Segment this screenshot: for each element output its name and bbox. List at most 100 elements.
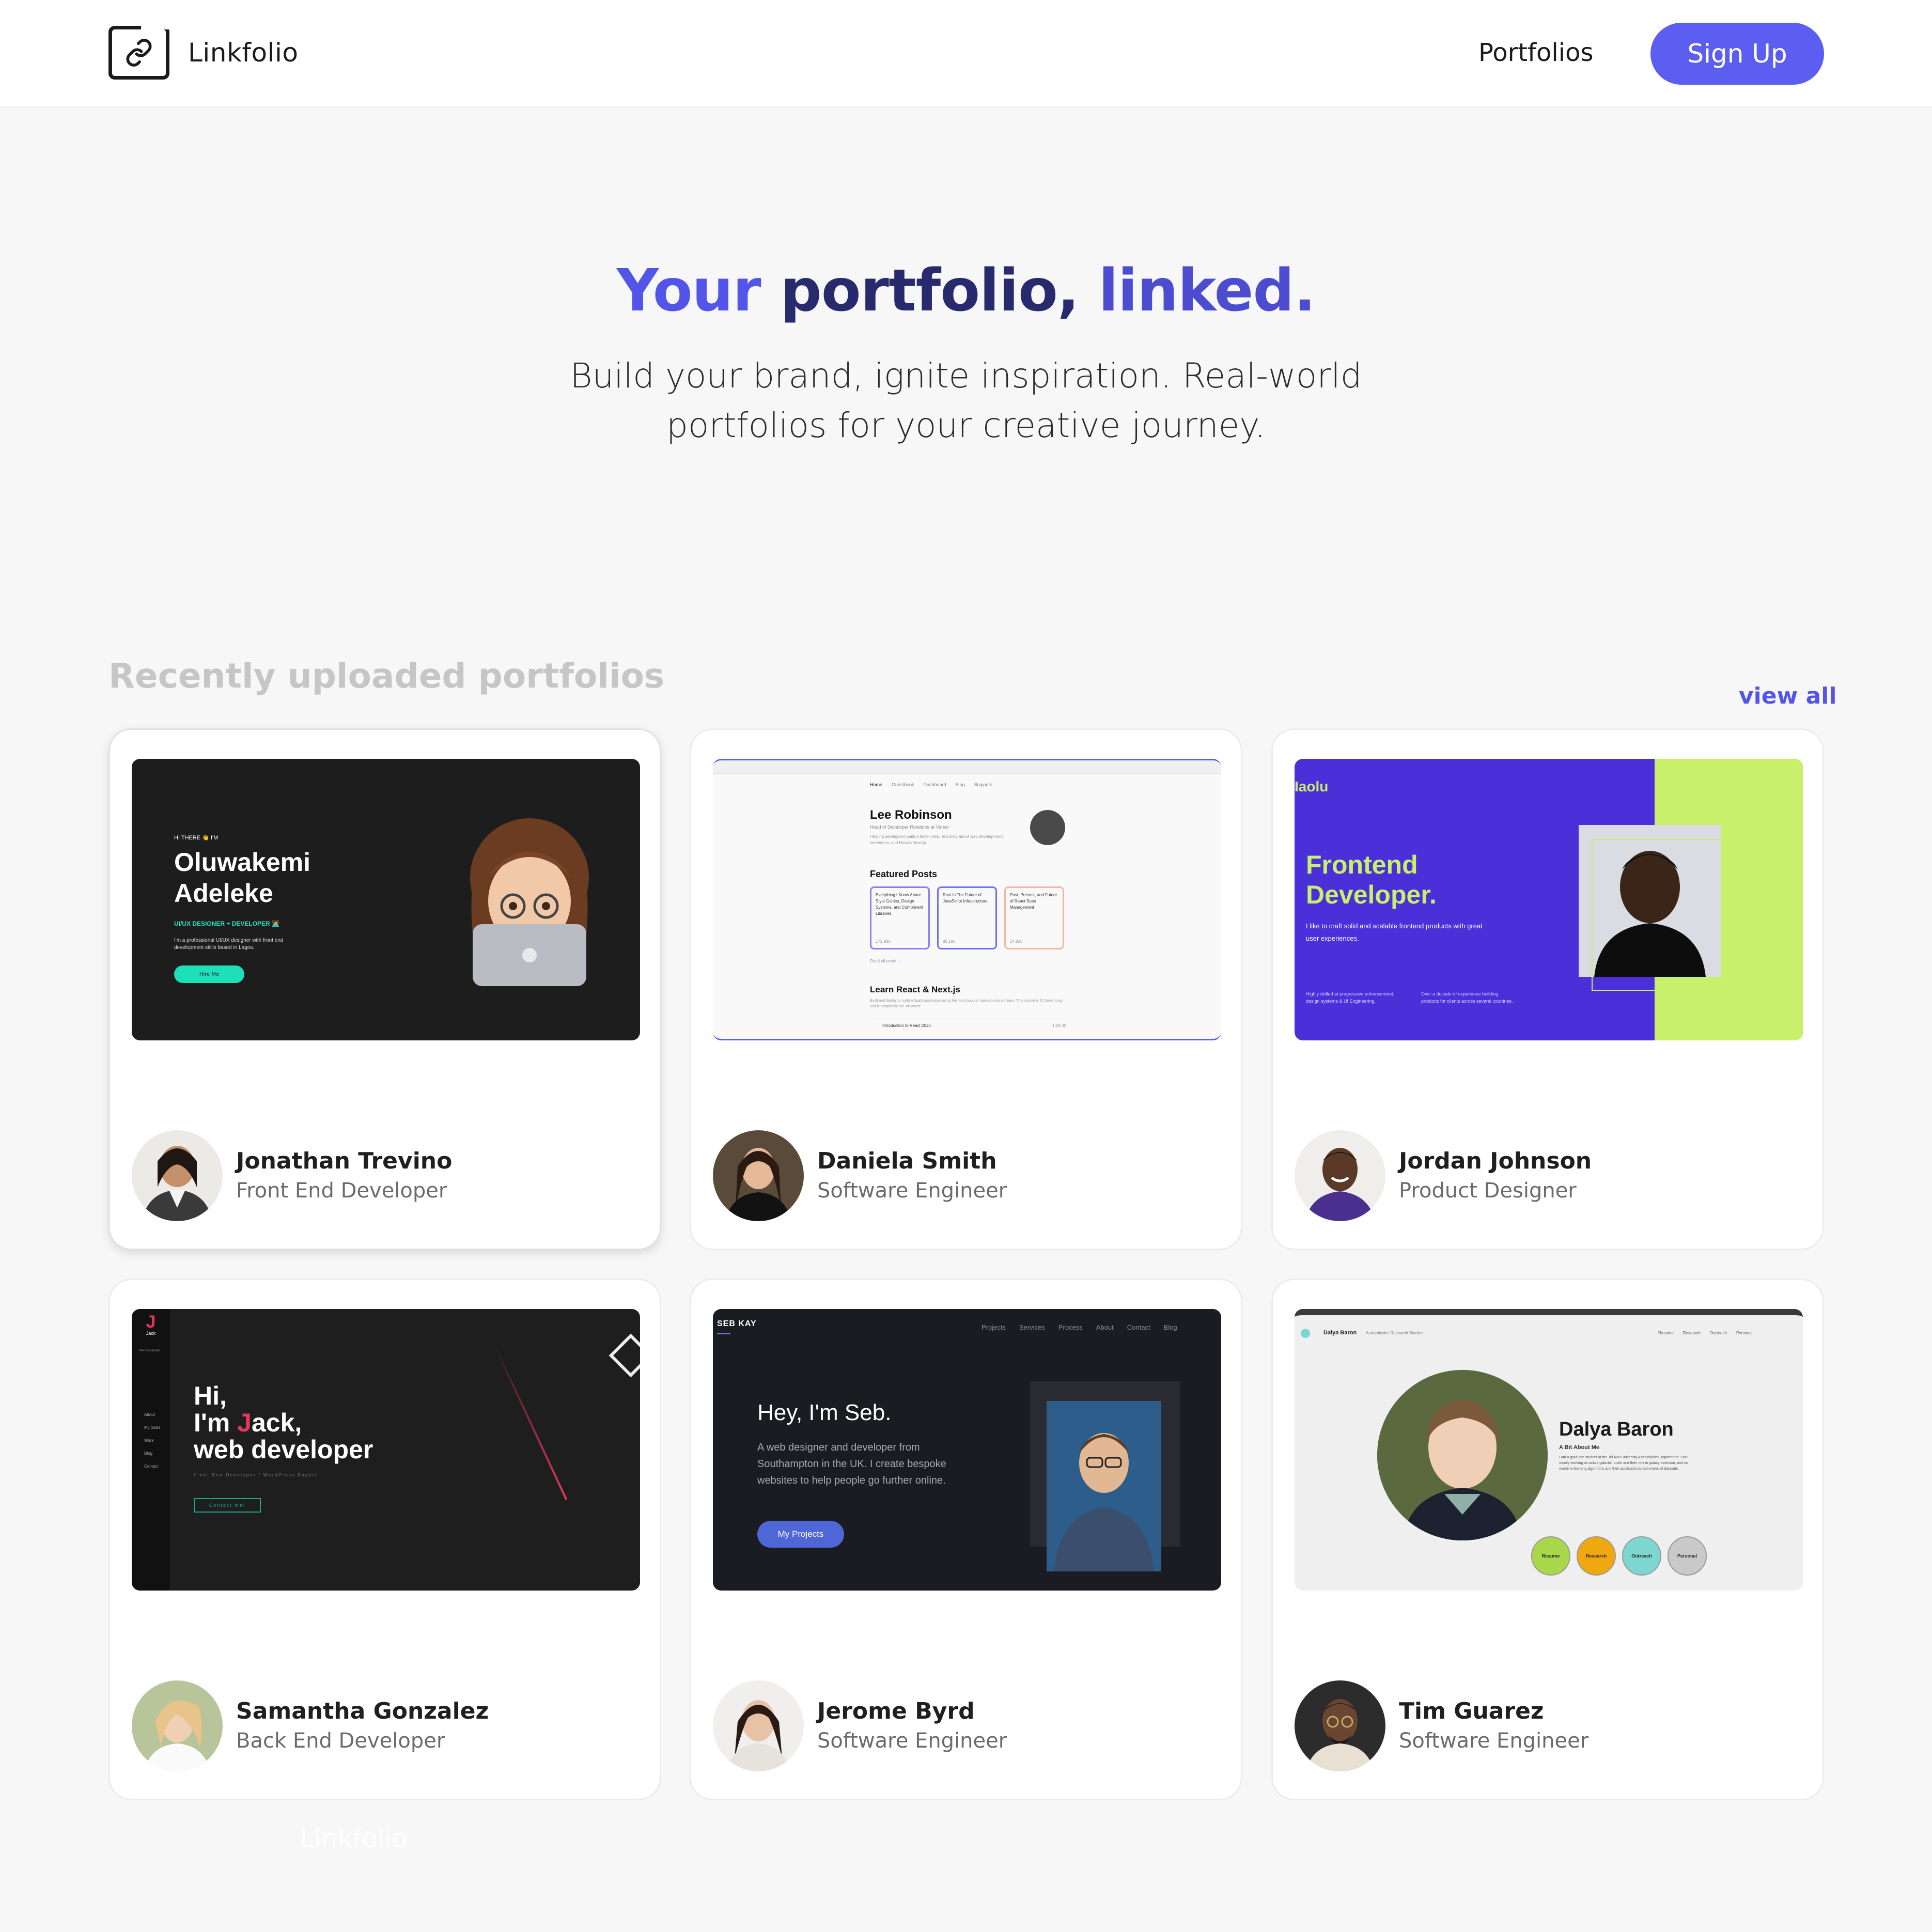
portfolio-card[interactable]: SEB KAY Projects Services Process About … (690, 1279, 1242, 1800)
author-info: Jordan Johnson Product Designer (1295, 1130, 1592, 1221)
portfolio-card[interactable]: Home Guestbook Dashboard Blog Snippets L… (690, 728, 1242, 1250)
thumb-col-2: Over a decade of experience building pro… (1421, 991, 1513, 1004)
thumb-name: Dalya Baron (1559, 1419, 1674, 1440)
thumb-nav-item: Outreach (1710, 1331, 1727, 1335)
author-info: Tim Guarez Software Engineer (1295, 1680, 1588, 1771)
author-role: Software Engineer (817, 1729, 1007, 1753)
top-navigation-bar: Linkfolio Portfolios Sign Up (0, 0, 1932, 107)
portfolio-thumbnail[interactable]: Iaolu Frontend Developer. I like to craf… (1295, 759, 1803, 1040)
thumb-subtitle: Front End Developer / WordPress Expert (194, 1472, 318, 1477)
thumb-menu-item: My Skills (144, 1425, 161, 1430)
portfolio-card[interactable]: Iaolu Frontend Developer. I like to craf… (1271, 728, 1824, 1250)
thumb-headline: Hey, I'm Seb. (757, 1400, 892, 1425)
thumb-first-name: Oluwakemi (174, 848, 310, 877)
author-name[interactable]: Jonathan Trevino (236, 1146, 452, 1176)
sign-up-button[interactable]: Sign Up (1650, 23, 1824, 85)
thumb-nav-item: Blog (955, 782, 965, 787)
thumb-headline: Frontend Developer. (1306, 850, 1437, 910)
thumb-nav-item: Personal (1736, 1331, 1753, 1335)
thumb-nav-item: Services (1019, 1323, 1045, 1331)
thumb-desc: A web designer and developer from Southa… (757, 1442, 946, 1486)
author-info: Daniela Smith Software Engineer (713, 1130, 1007, 1221)
portfolio-thumbnail[interactable]: Dalya Baron Astrophysics Research Studen… (1295, 1309, 1803, 1591)
thumb-featured-title: Featured Posts (870, 869, 938, 879)
thumb-nav-item: Snippets (974, 782, 992, 787)
thumb-nav-item: Contact (1127, 1323, 1150, 1331)
nav-portfolios-link[interactable]: Portfolios (1478, 38, 1593, 67)
thumb-heading: Oluwakemi Adeleke (174, 847, 310, 909)
thumb-nav-item: Research (1682, 1331, 1701, 1335)
portfolio-thumbnail[interactable]: Home Guestbook Dashboard Blog Snippets L… (713, 759, 1221, 1040)
thumb-desc: I am a graduate student at the Tel Aviv … (1559, 1456, 1688, 1471)
thumb-heading-line: web developer (194, 1435, 373, 1464)
thumb-heading-part: I'm (194, 1408, 238, 1437)
portfolio-thumbnail[interactable]: J Jack Web Developer About My Skills Wor… (132, 1309, 640, 1591)
thumb-nav-item: Resume (1658, 1331, 1674, 1335)
link-icon (108, 26, 169, 80)
thumb-logo: Iaolu (1295, 778, 1329, 794)
portfolio-card[interactable]: J Jack Web Developer About My Skills Wor… (108, 1279, 661, 1800)
thumb-last-name: Adeleke (174, 879, 273, 908)
portfolio-thumbnail[interactable]: SEB KAY Projects Services Process About … (713, 1309, 1221, 1591)
thumb-course-title: Learn React & Next.js (870, 985, 960, 994)
thumb-tag: UI/UX DESIGNER + DEVELOPER 🧑‍💻 (174, 920, 279, 927)
thumb-nav-item: About (1096, 1323, 1114, 1331)
author-name[interactable]: Jerome Byrd (817, 1696, 1007, 1726)
avatar (713, 1680, 804, 1771)
logo[interactable]: Linkfolio (108, 26, 298, 80)
author-info: Jerome Byrd Software Engineer (713, 1680, 1007, 1771)
thumb-menu: About My Skills Work Blog Contact (144, 1412, 161, 1469)
thumb-lesson-row: Introduction to React 2025 1:04:30 (870, 1019, 1066, 1028)
thumb-desc: Helping developers build a faster web. T… (870, 834, 1004, 845)
avatar (132, 1130, 223, 1221)
portfolio-card[interactable]: HI THERE 👋 I'M Oluwakemi Adeleke UI/UX D… (108, 728, 661, 1250)
hero-title-word-2: portfolio, (780, 257, 1080, 324)
thumb-post-title: Past, Present, and Future of React State… (1010, 893, 1057, 910)
thumb-portrait (1377, 1370, 1548, 1540)
thumb-nav-item: Projects (981, 1323, 1006, 1331)
thumb-pill: Research (1577, 1536, 1616, 1576)
thumb-heading-accent: J (237, 1408, 252, 1437)
thumb-col-1: Highly skilled at progressive enhancemen… (1306, 991, 1395, 1004)
thumb-read-all: Read all posts → (870, 959, 901, 963)
thumb-lesson-time: 1:04:30 (1052, 1023, 1066, 1028)
thumb-menu-item: Blog (144, 1451, 153, 1456)
thumb-brand: Dalya Baron (1323, 1330, 1357, 1336)
author-info: Samantha Gonzalez Back End Developer (132, 1680, 489, 1771)
author-name[interactable]: Jordan Johnson (1399, 1146, 1592, 1176)
avatar (132, 1680, 223, 1771)
thumb-menu-item: About (144, 1412, 155, 1417)
author-role: Product Designer (1399, 1179, 1577, 1203)
portfolio-card[interactable]: Dalya Baron Astrophysics Research Studen… (1271, 1279, 1824, 1800)
thumb-hire-button: Hire Me (174, 965, 244, 983)
thumb-nav: Projects Services Process About Contact … (981, 1323, 1177, 1331)
thumb-projects-button: My Projects (757, 1521, 844, 1548)
portfolio-thumbnail[interactable]: HI THERE 👋 I'M Oluwakemi Adeleke UI/UX D… (132, 759, 640, 1040)
thumb-avatar (1030, 810, 1065, 845)
footer-brand: Linkfolio (300, 1824, 408, 1853)
thumb-post-card: Everything I Know About Style Guides, De… (870, 886, 930, 949)
author-name[interactable]: Tim Guarez (1399, 1696, 1588, 1726)
thumb-heading-part: ack, (251, 1408, 302, 1437)
thumb-subtitle: Head of Developer Relations at Vercel (870, 824, 949, 830)
thumb-menu-item: Contact (144, 1464, 159, 1469)
thumb-pill: Personal (1668, 1536, 1707, 1576)
author-name[interactable]: Daniela Smith (817, 1146, 1007, 1176)
author-info: Jonathan Trevino Front End Developer (132, 1130, 452, 1221)
thumb-logo-underline (717, 1333, 730, 1334)
thumb-brand-dot (1301, 1329, 1310, 1338)
author-role: Software Engineer (1399, 1729, 1589, 1753)
thumb-lesson-title: Introduction to React 2025 (882, 1023, 931, 1028)
thumb-nav-item: Guestbook (892, 782, 914, 787)
thumb-browser-bar (713, 760, 1221, 774)
brand-name: Linkfolio (188, 38, 299, 68)
thumb-portrait-frame (1592, 839, 1734, 991)
thumb-brand-sub: Astrophysics Research Student (1366, 1331, 1424, 1335)
thumb-post-views: 172,985 (876, 939, 891, 944)
author-role: Software Engineer (817, 1179, 1007, 1203)
author-name[interactable]: Samantha Gonzalez (236, 1696, 489, 1726)
view-all-link[interactable]: view all (1739, 683, 1836, 709)
thumb-desc: I'm a professional UI/UX designer with f… (174, 938, 284, 951)
thumb-post-views: 24,818 (1010, 939, 1023, 944)
memoji-illustration (452, 816, 607, 986)
